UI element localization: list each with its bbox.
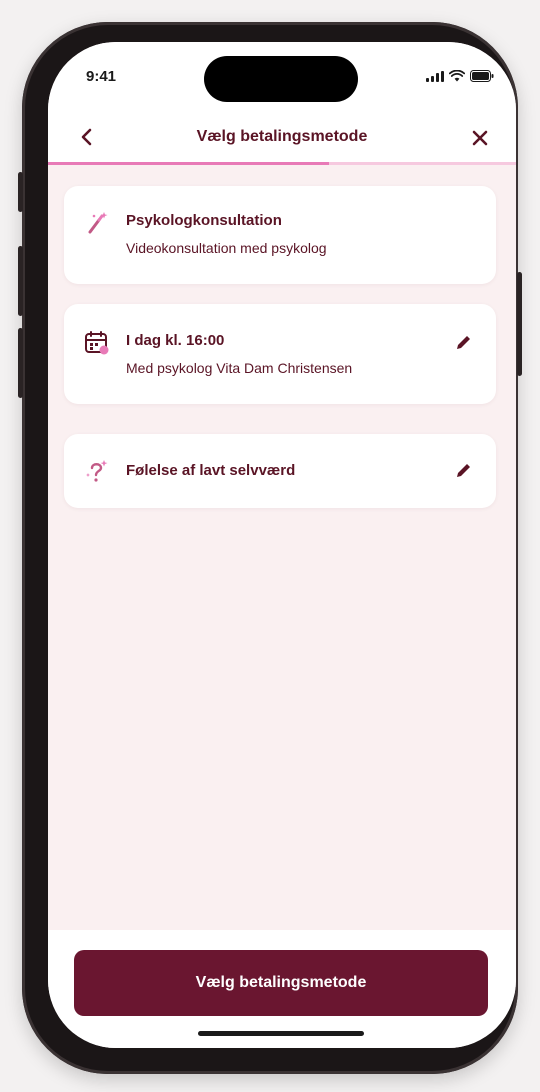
pencil-icon[interactable] [454,460,474,480]
card-title: I dag kl. 16:00 [126,332,225,349]
close-button[interactable] [466,124,494,152]
progress-bar [48,162,516,165]
battery-icon [470,70,494,82]
screen: 9:41 Vælg betalingsmetode Psykologkonsul… [48,42,516,1048]
wifi-icon [449,70,465,82]
status-icons [426,70,494,82]
card-subtitle: Med psykolog Vita Dam Christensen [126,360,353,376]
topic-card: Følelse af lavt selvværd [64,434,496,508]
volume-down-button [18,328,23,398]
signal-icon [426,71,444,82]
card-subtitle: Videokonsultation med psykolog [126,240,327,256]
sparkle-question-icon [86,460,108,482]
choose-payment-button[interactable]: Vælg betalingsmetode [74,950,488,1016]
close-icon [472,130,488,146]
action-button [18,172,23,212]
card-title: Følelse af lavt selvværd [126,462,296,479]
magic-wand-icon [88,212,108,234]
card-title: Psykologkonsultation [126,212,282,229]
calendar-icon [85,331,109,355]
page-title: Vælg betalingsmetode [196,128,368,145]
status-time: 9:41 [86,68,117,85]
volume-up-button [18,246,23,316]
dynamic-island [204,56,358,102]
service-card: Psykologkonsultation Videokonsultation m… [64,186,496,284]
progress-fill [48,162,329,165]
status-bar: 9:41 [48,42,516,112]
home-indicator [198,1031,364,1036]
power-button [517,272,522,376]
footer: Vælg betalingsmetode [48,930,516,1048]
appointment-card: I dag kl. 16:00 Med psykolog Vita Dam Ch… [64,304,496,404]
pencil-icon[interactable] [454,332,474,352]
nav-bar: Vælg betalingsmetode [48,112,516,164]
